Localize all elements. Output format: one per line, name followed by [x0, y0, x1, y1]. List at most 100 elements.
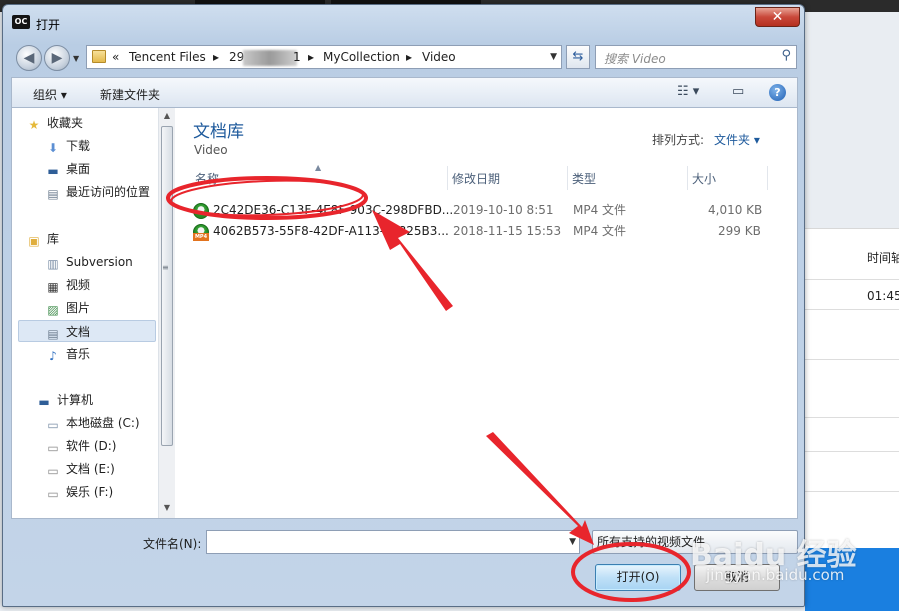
- sidebar-item-drive-e[interactable]: ▭ 文档 (E:): [45, 458, 115, 480]
- file-name: 2C42DE36-C13F-4E8F-903C-298DFBD...: [213, 203, 454, 217]
- file-date: 2019-10-10 8:51: [453, 203, 554, 217]
- column-date-modified[interactable]: 修改日期: [448, 166, 568, 190]
- drive-icon: ▭: [47, 464, 59, 478]
- search-box[interactable]: 搜索 Video ⚲: [595, 45, 797, 69]
- sidebar-item-pictures[interactable]: ▨ 图片: [45, 297, 90, 319]
- mp4-file-icon: MP4: [193, 224, 209, 241]
- sidebar-libraries[interactable]: ▣ 库: [26, 228, 59, 250]
- preview-pane-icon[interactable]: ▭: [732, 84, 744, 99]
- breadcrumb-video[interactable]: Video: [422, 50, 456, 64]
- scrollbar-grip-icon: ≡: [162, 263, 169, 272]
- close-button[interactable]: ✕: [755, 7, 800, 27]
- organize-menu[interactable]: 组织 ▾: [33, 86, 67, 103]
- refresh-icon: ⇆: [572, 49, 584, 64]
- sidebar-item-label: 软件 (D:): [66, 439, 117, 453]
- file-list-pane: 文档库 Video 排列方式: 文件夹 ▾ ▲ 名称 修改日期 类型 大小 2C…: [176, 108, 797, 518]
- recent-locations-dropdown[interactable]: ▼: [73, 54, 79, 63]
- star-icon: ★: [28, 118, 40, 132]
- sidebar-item-label: 下载: [66, 139, 91, 153]
- open-button[interactable]: 打开(O): [595, 564, 681, 591]
- breadcrumb-account-suffix[interactable]: 1: [293, 50, 301, 64]
- music-library-icon: ♪: [49, 349, 57, 363]
- background-time: 01:45: [867, 289, 899, 303]
- sidebar-scrollbar[interactable]: ▲ ≡ ▼: [158, 108, 175, 518]
- address-bar[interactable]: « Tencent Files ▸ 29 1 ▸ MyCollection ▸ …: [86, 45, 562, 69]
- view-options-icon[interactable]: ☷ ▾: [677, 84, 699, 99]
- file-row[interactable]: 2C42DE36-C13F-4E8F-903C-298DFBD... 2019-…: [191, 200, 787, 221]
- sidebar-item-recent-places[interactable]: ▤ 最近访问的位置: [45, 181, 150, 203]
- filename-dropdown-icon[interactable]: ▼: [569, 537, 576, 547]
- sidebar-favorites[interactable]: ★ 收藏夹: [26, 112, 83, 134]
- downloads-folder-icon: ⬇: [47, 141, 59, 155]
- help-icon[interactable]: ?: [769, 84, 786, 101]
- sidebar-item-label: Subversion: [66, 255, 133, 269]
- sidebar-item-label: 桌面: [66, 162, 91, 176]
- sidebar-item-label: 库: [47, 232, 60, 246]
- file-name: 4062B573-55F8-42DF-A113-3F825B3...: [213, 224, 449, 238]
- title-bar: OC 打开 ✕: [3, 5, 804, 37]
- breadcrumb-separator[interactable]: ▸: [213, 50, 219, 64]
- sidebar-item-label: 娱乐 (F:): [66, 485, 114, 499]
- filename-input[interactable]: ▼: [206, 530, 580, 554]
- library-title: 文档库: [193, 122, 244, 142]
- file-date: 2018-11-15 15:53: [453, 224, 562, 238]
- drive-icon: ▭: [47, 487, 59, 501]
- dialog-title: 打开: [36, 18, 61, 32]
- sidebar-item-downloads[interactable]: ⬇ 下载: [45, 135, 90, 157]
- back-button[interactable]: ◀: [16, 45, 42, 71]
- search-placeholder: 搜索 Video: [604, 52, 666, 66]
- new-folder-button[interactable]: 新建文件夹: [100, 86, 160, 103]
- desktop-icon: ▬: [47, 164, 59, 178]
- sidebar-item-label: 计算机: [57, 393, 94, 407]
- background-column-header: 时间轴: [867, 251, 899, 265]
- file-row[interactable]: MP4 4062B573-55F8-42DF-A113-3F825B3... 2…: [191, 221, 787, 242]
- forward-button[interactable]: ▶: [44, 45, 70, 71]
- breadcrumb-mycollection[interactable]: MyCollection: [323, 50, 400, 64]
- scroll-down-icon[interactable]: ▼: [159, 500, 175, 516]
- navigation-pane: ★ 收藏夹 ⬇ 下载 ▬ 桌面 ▤ 最近访问的位置 ▣ 库 ▥ Subversion ▦ 视频…: [12, 108, 158, 518]
- breadcrumb-separator[interactable]: ▸: [406, 50, 412, 64]
- breadcrumb-overflow[interactable]: «: [112, 50, 119, 64]
- sidebar-item-drive-f[interactable]: ▭ 娱乐 (F:): [45, 481, 113, 503]
- scroll-up-icon[interactable]: ▲: [159, 108, 175, 124]
- sidebar-item-label: 文档 (E:): [66, 462, 115, 476]
- sidebar-item-desktop[interactable]: ▬ 桌面: [45, 158, 90, 180]
- column-header-row: ▲ 名称 修改日期 类型 大小: [191, 163, 787, 190]
- column-name[interactable]: 名称: [191, 166, 448, 190]
- folder-icon: [92, 50, 106, 63]
- library-subtitle: Video: [194, 143, 228, 157]
- file-type: MP4 文件: [573, 224, 627, 238]
- sidebar-item-drive-d[interactable]: ▭ 软件 (D:): [45, 435, 116, 457]
- breadcrumb-account[interactable]: 29: [229, 50, 244, 64]
- command-bar: 组织 ▾ 新建文件夹 ☷ ▾ ▭ ?: [11, 77, 798, 107]
- redacted-account-number: [243, 50, 297, 66]
- computer-icon: ▬: [38, 395, 50, 409]
- sidebar-item-subversion[interactable]: ▥ Subversion: [45, 251, 133, 273]
- refresh-button[interactable]: ⇆: [566, 45, 590, 69]
- file-size: 299 KB: [718, 224, 761, 238]
- scrollbar-thumb[interactable]: [161, 126, 173, 446]
- browser-area: ★ 收藏夹 ⬇ 下载 ▬ 桌面 ▤ 最近访问的位置 ▣ 库 ▥ Subversion ▦ 视频…: [11, 107, 798, 519]
- sidebar-item-drive-c[interactable]: ▭ 本地磁盘 (C:): [45, 412, 140, 434]
- filename-label: 文件名(N):: [143, 537, 202, 551]
- sidebar-item-label: 最近访问的位置: [66, 185, 151, 199]
- search-icon[interactable]: ⚲: [781, 48, 791, 63]
- file-size: 4,010 KB: [708, 203, 763, 217]
- subversion-library-icon: ▥: [47, 257, 59, 271]
- drive-icon: ▭: [47, 441, 59, 455]
- file-type: MP4 文件: [573, 203, 627, 217]
- breadcrumb-tencent-files[interactable]: Tencent Files: [129, 50, 206, 64]
- breadcrumb-separator[interactable]: ▸: [308, 50, 314, 64]
- column-type[interactable]: 类型: [568, 166, 688, 190]
- address-dropdown-icon[interactable]: ▼: [550, 52, 557, 62]
- sidebar-item-label: 本地磁盘 (C:): [66, 416, 140, 430]
- column-size[interactable]: 大小: [688, 166, 768, 190]
- arrange-by-dropdown[interactable]: 文件夹 ▾: [714, 131, 760, 148]
- sidebar-computer[interactable]: ▬ 计算机: [36, 389, 93, 411]
- sidebar-item-label: 音乐: [66, 347, 91, 361]
- sidebar-item-documents[interactable]: ▤ 文档: [18, 320, 156, 342]
- sidebar-item-music[interactable]: ♪ 音乐: [45, 343, 90, 365]
- arrange-by-label: 排列方式:: [652, 133, 705, 147]
- sidebar-item-label: 收藏夹: [47, 116, 84, 130]
- sidebar-item-videos[interactable]: ▦ 视频: [45, 274, 90, 296]
